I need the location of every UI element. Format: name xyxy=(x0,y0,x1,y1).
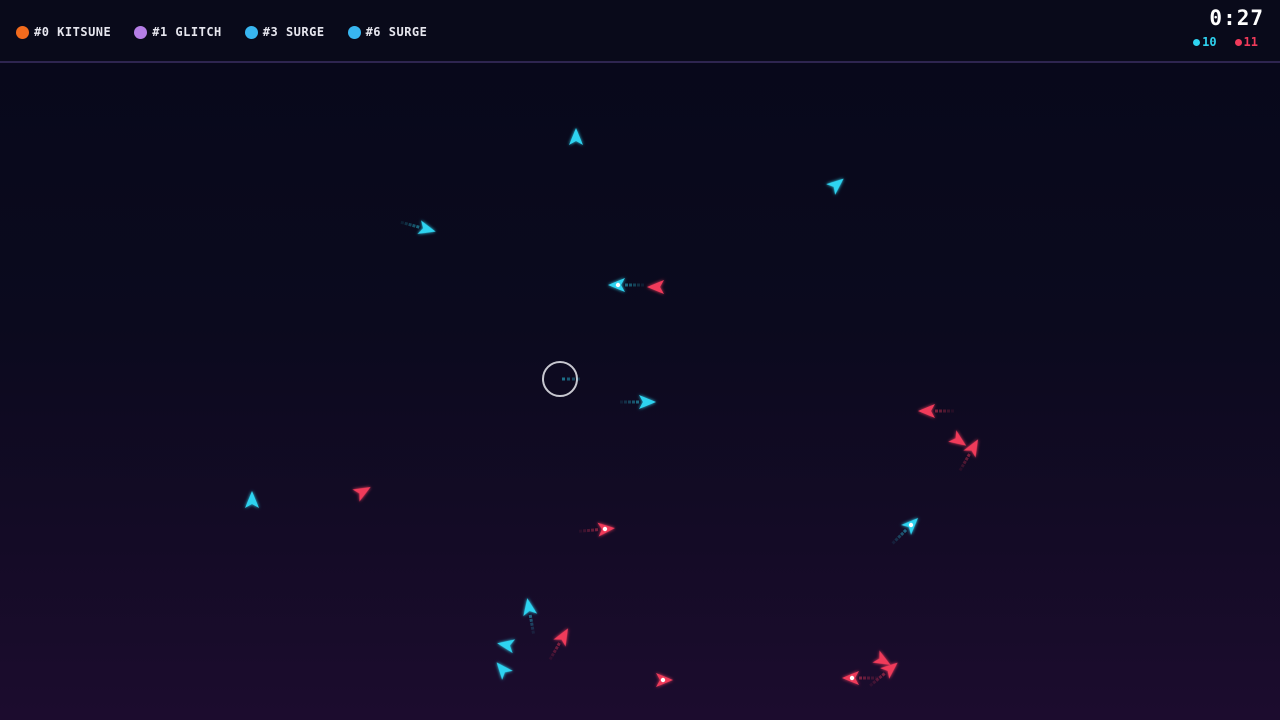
red-team-ship xyxy=(352,487,371,502)
player-name: #3 SURGE xyxy=(262,25,325,39)
ships-layer xyxy=(245,128,978,687)
player-color-dot xyxy=(16,25,29,39)
cyan-team-ship xyxy=(569,128,583,145)
cyan-team-ship xyxy=(608,278,644,292)
red-team-ship xyxy=(656,673,673,687)
red-score-value: 11 xyxy=(1243,35,1258,49)
hud-bar: #0 KITSUNE #1 GLITCH #3 SURGE #6 SURGE 0… xyxy=(0,0,1280,63)
team-scores: 10 11 xyxy=(1193,35,1258,49)
player-name: #1 GLITCH xyxy=(152,25,222,39)
red-team-ship xyxy=(548,628,568,661)
aim-cursor-ring xyxy=(542,361,578,397)
player-name: #6 SURGE xyxy=(365,25,428,39)
player-color-dot xyxy=(244,25,258,39)
cursor-trail-dot xyxy=(562,377,565,381)
aim-cursor xyxy=(542,361,580,397)
cyan-team-ship xyxy=(826,178,844,195)
player-name: #0 KITSUNE xyxy=(34,25,112,39)
player-color-dot xyxy=(134,25,148,39)
cursor-trail-dot xyxy=(577,377,580,381)
red-team-score: 11 xyxy=(1234,35,1258,49)
cursor-trail-dot xyxy=(572,377,575,381)
cyan-team-ship xyxy=(620,395,656,409)
cyan-team-ship xyxy=(497,639,516,654)
player-entry-glitch: #1 GLITCH xyxy=(134,24,222,40)
cyan-team-ship xyxy=(496,662,513,680)
cyan-team-dot xyxy=(1193,38,1201,46)
cyan-team-score: 10 xyxy=(1193,35,1217,49)
cyan-team-ship xyxy=(891,517,919,545)
cursor-trail-dot xyxy=(567,377,570,381)
player-entry-kitsune: #0 KITSUNE xyxy=(16,24,111,40)
match-timer: 0:27 xyxy=(1209,6,1264,30)
cyan-team-ship xyxy=(523,598,538,634)
player-entry-surge-6: #6 SURGE xyxy=(347,24,428,40)
player-color-dot xyxy=(347,25,361,39)
cyan-team-ship xyxy=(400,220,436,234)
cyan-score-value: 10 xyxy=(1202,35,1217,49)
red-team-ship xyxy=(647,280,664,294)
red-team-ship xyxy=(578,522,615,537)
player-list: #0 KITSUNE #1 GLITCH #3 SURGE #6 SURGE xyxy=(16,24,427,40)
game-arena[interactable] xyxy=(0,0,1280,720)
red-team-ship xyxy=(842,671,878,685)
red-team-ship xyxy=(918,404,954,418)
cyan-team-ship xyxy=(245,491,259,508)
red-team-dot xyxy=(1234,38,1242,46)
player-entry-surge-3: #3 SURGE xyxy=(244,24,325,40)
